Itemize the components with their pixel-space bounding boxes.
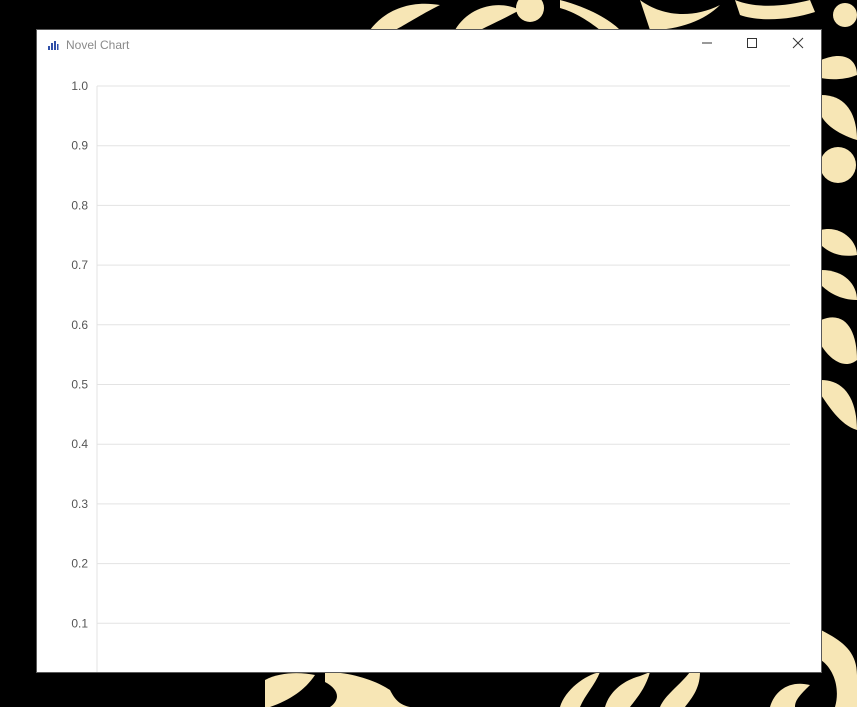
y-tick-label: 0.2 bbox=[71, 557, 88, 571]
y-tick-label: 0.5 bbox=[71, 378, 88, 392]
maximize-icon bbox=[746, 36, 758, 54]
bar-chart-icon bbox=[46, 38, 60, 52]
y-tick-label: 0.3 bbox=[71, 497, 88, 511]
minimize-icon bbox=[701, 36, 713, 54]
y-tick-label: 0.4 bbox=[71, 437, 88, 451]
close-icon bbox=[792, 36, 804, 54]
maximize-button[interactable] bbox=[729, 30, 775, 60]
y-tick-label: 0.6 bbox=[71, 318, 88, 332]
close-button[interactable] bbox=[775, 30, 821, 60]
minimize-button[interactable] bbox=[684, 30, 730, 60]
chart: 0.1 0.2 0.3 0.4 0.5 0.6 0.7 0.8 0.9 1.0 bbox=[71, 79, 790, 672]
y-tick-label: 0.7 bbox=[71, 258, 88, 272]
y-tick-label: 1.0 bbox=[71, 79, 88, 93]
y-tick-label: 0.9 bbox=[71, 139, 88, 153]
title-bar[interactable]: Novel Chart bbox=[37, 30, 821, 60]
y-tick-label: 0.1 bbox=[71, 616, 88, 630]
chart-area: 0.1 0.2 0.3 0.4 0.5 0.6 0.7 0.8 0.9 1.0 bbox=[37, 60, 821, 672]
app-window: Novel Chart 0.1 0.2 0.3 0.4 0.5 0.6 0.7 0.8 0.9 1… bbox=[37, 30, 821, 672]
y-tick-label: 0.8 bbox=[71, 198, 88, 212]
window-title: Novel Chart bbox=[66, 38, 130, 52]
